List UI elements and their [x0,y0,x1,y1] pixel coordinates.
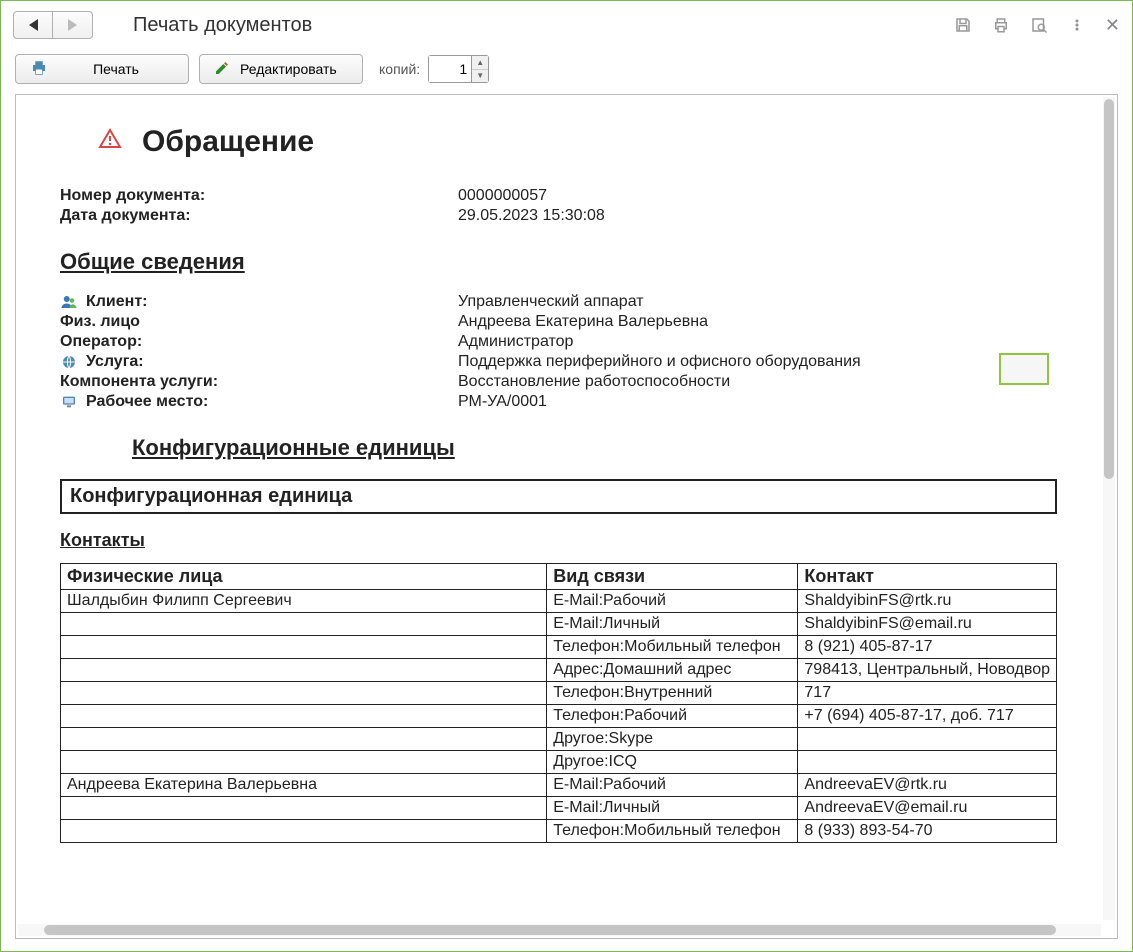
spinner-up[interactable]: ▲ [472,56,488,70]
person-label: Физ. лицо [60,313,458,331]
print-icon[interactable] [991,15,1011,35]
section-contacts: Контакты [60,530,1057,551]
service-value: Поддержка периферийного и офисного обору… [458,353,1057,371]
table-row: E-Mail:ЛичныйShaldyibinFS@email.ru [61,613,1057,636]
table-row: Шалдыбин Филипп СергеевичE-Mail:РабочийS… [61,590,1057,613]
client-label: Клиент: [60,293,458,311]
person-value: Андреева Екатерина Валерьевна [458,313,1057,331]
workplace-label: Рабочее место: [60,393,458,411]
table-row: Адрес:Домашний адрес798413, Центральный,… [61,659,1057,682]
horizontal-scrollbar[interactable] [18,924,1101,936]
people-icon [60,293,78,311]
section-config-units: Конфигурационные единицы [132,435,1057,461]
copies-spinner[interactable]: ▲ ▼ [428,55,489,83]
table-row: E-Mail:ЛичныйAndreevaEV@email.ru [61,797,1057,820]
preview-icon[interactable] [1029,15,1049,35]
contacts-table: Физические лица Вид связи Контакт Шалдыб… [60,563,1057,843]
title-bar: Печать документов ✕ [1,1,1132,49]
more-icon[interactable] [1067,15,1087,35]
th-people: Физические лица [61,564,547,590]
printer-icon [30,59,48,80]
client-value: Управленческий аппарат [458,293,1057,311]
component-value: Восстановление работоспособности [458,373,1057,391]
doc-num-value: 0000000057 [458,187,1057,205]
document-content: Обращение Номер документа: 0000000057 Да… [16,95,1101,922]
highlight-selection [999,353,1049,385]
operator-label: Оператор: [60,333,458,351]
table-row: Андреева Екатерина ВалерьевнаE-Mail:Рабо… [61,774,1057,797]
table-row: Телефон:Рабочий+7 (694) 405-87-17, доб. … [61,705,1057,728]
copies-group: копий: ▲ ▼ [379,55,489,83]
save-icon[interactable] [953,15,973,35]
workplace-value: РМ-УА/0001 [458,393,1057,411]
doc-date-label: Дата документа: [60,207,458,225]
document-title: Обращение [142,125,314,159]
back-button[interactable] [13,11,53,39]
monitor-icon [60,393,78,411]
close-icon[interactable]: ✕ [1105,15,1120,36]
table-row: Телефон:Мобильный телефон8 (933) 893-54-… [61,820,1057,843]
forward-button[interactable] [53,11,93,39]
print-button-label: Печать [58,61,174,77]
arrow-right-icon [68,19,77,31]
copies-input[interactable] [429,56,471,82]
window-title: Печать документов [133,14,953,37]
table-row: Телефон:Внутренний717 [61,682,1057,705]
warning-icon [98,127,122,157]
arrow-left-icon [29,19,38,31]
document-viewport: Обращение Номер документа: 0000000057 Да… [15,94,1118,939]
globe-icon [60,353,78,371]
title-actions: ✕ [953,15,1120,36]
service-label: Услуга: [60,353,458,371]
print-button[interactable]: Печать [15,54,189,84]
edit-button[interactable]: Редактировать [199,54,363,84]
pencil-icon [214,60,230,79]
vertical-scrollbar[interactable] [1103,97,1115,920]
table-row: Другое:Skype [61,728,1057,751]
toolbar: Печать Редактировать копий: ▲ ▼ [1,49,1132,94]
table-row: Другое:ICQ [61,751,1057,774]
operator-value: Администратор [458,333,1057,351]
nav-buttons [13,11,93,39]
config-unit-box: Конфигурационная единица [60,479,1057,514]
th-contact: Контакт [798,564,1057,590]
doc-date-value: 29.05.2023 15:30:08 [458,207,1057,225]
component-label: Компонента услуги: [60,373,458,391]
spinner-down[interactable]: ▼ [472,70,488,83]
doc-num-label: Номер документа: [60,187,458,205]
table-row: Телефон:Мобильный телефон8 (921) 405-87-… [61,636,1057,659]
section-general: Общие сведения [60,249,1057,275]
copies-label: копий: [379,61,420,77]
edit-button-label: Редактировать [240,61,337,77]
th-type: Вид связи [547,564,798,590]
